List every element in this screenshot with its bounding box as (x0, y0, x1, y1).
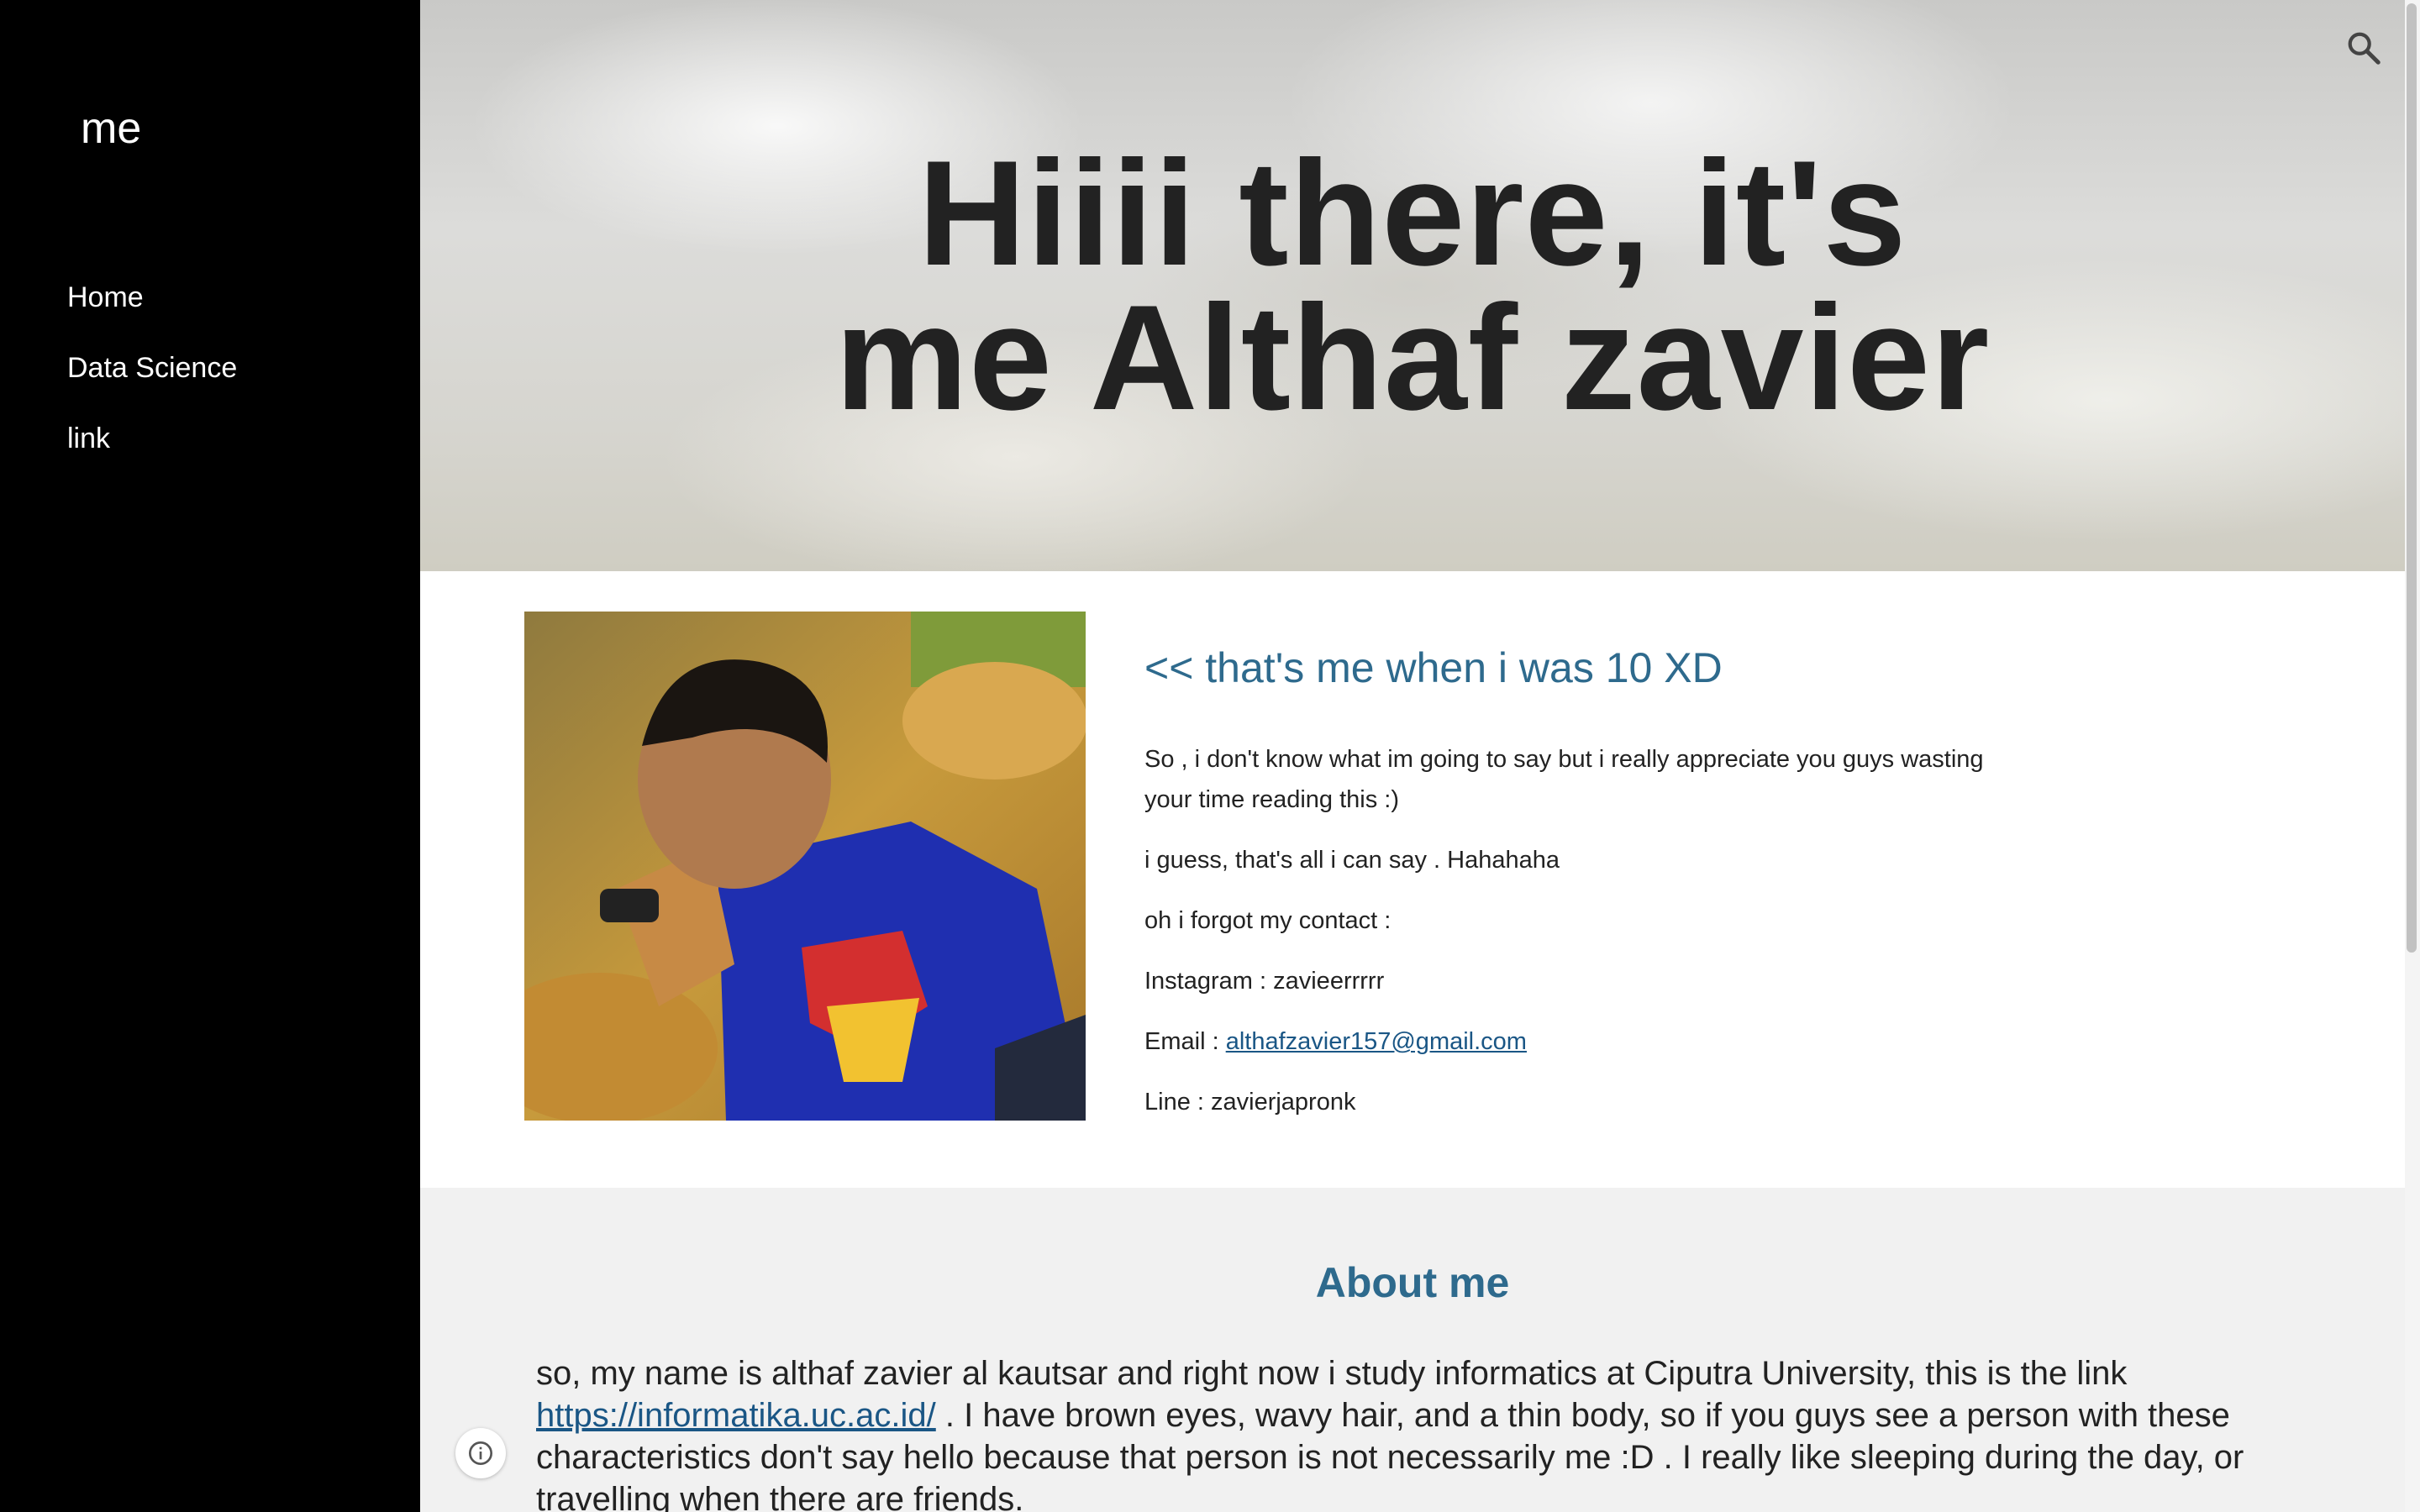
photo-of-boy (524, 612, 1086, 1121)
about-text-part-1: so, my name is althaf zavier al kautsar … (536, 1355, 2128, 1392)
sidebar: me Home Data Science link (0, 0, 420, 1512)
info-icon (469, 1441, 492, 1465)
scrollbar-thumb[interactable] (2407, 3, 2417, 953)
hero-title-line-2: me Althaf zavier (834, 274, 1991, 441)
about-section: About me so, my name is althaf zavier al… (420, 1188, 2405, 1512)
email-contact: Email : althafzavier157@gmail.com (1144, 1021, 1985, 1062)
about-heading: About me (1315, 1259, 1510, 1306)
intro-paragraph: i guess, that's all i can say . Hahahaha (1144, 847, 1560, 874)
site-title[interactable]: me (81, 99, 141, 158)
intro-section: << that's me when i was 10 XD So , i don… (420, 571, 2405, 1188)
nav-item-home[interactable]: Home (67, 269, 237, 339)
hero-title-line-1: Hiiii there, it's (918, 129, 1907, 297)
info-button[interactable] (455, 1428, 506, 1478)
line-contact: Line : zavierjapronk (1144, 1089, 1356, 1116)
email-link[interactable]: althafzavier157@gmail.com (1226, 1028, 1527, 1055)
instagram-contact: Instagram : zavieerrrrr (1144, 968, 1385, 995)
main-content: Hiiii there, it's me Althaf zavier << th… (420, 0, 2405, 1512)
hero-banner: Hiiii there, it's me Althaf zavier (420, 0, 2405, 571)
nav-item-data-science[interactable]: Data Science (67, 339, 237, 410)
intro-text: So , i don't know what im going to say b… (1144, 739, 1985, 1142)
about-text: so, my name is althaf zavier al kautsar … (536, 1352, 2301, 1512)
sidebar-nav: Home Data Science link (67, 269, 237, 480)
intro-paragraph: oh i forgot my contact : (1144, 907, 1392, 934)
nav-item-link[interactable]: link (67, 410, 237, 480)
university-link[interactable]: https://informatika.uc.ac.id/ (536, 1397, 936, 1434)
search-icon[interactable] (2344, 29, 2383, 67)
intro-paragraph: So , i don't know what im going to say b… (1144, 746, 1984, 813)
email-label: Email : (1144, 1028, 1226, 1055)
hero-title: Hiiii there, it's me Althaf zavier (420, 129, 2405, 441)
photo-caption-heading: << that's me when i was 10 XD (1144, 644, 1723, 691)
